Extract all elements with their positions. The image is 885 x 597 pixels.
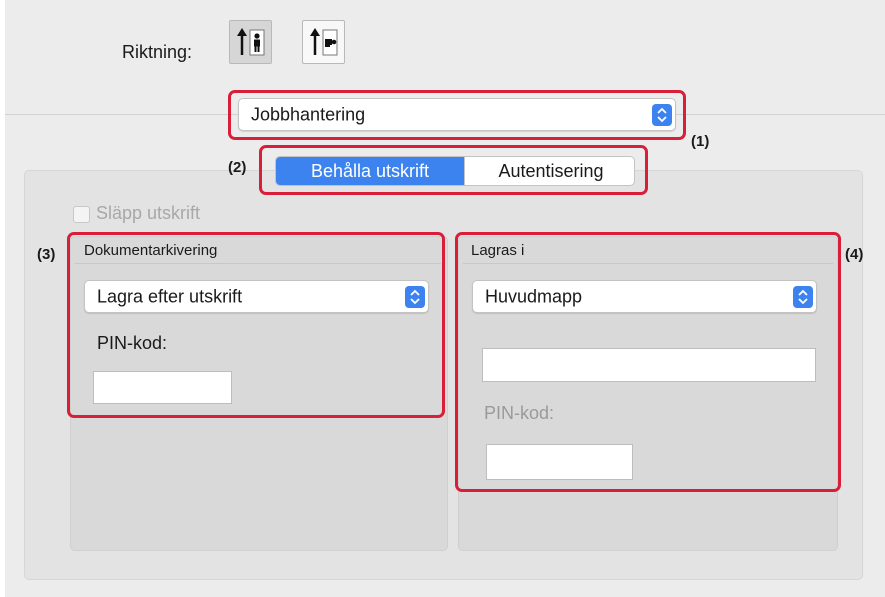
callout-box-2: [259, 145, 648, 195]
portrait-orientation-icon: [237, 28, 265, 56]
callout-number-2: (2): [228, 159, 247, 176]
orientation-label: Riktning:: [122, 42, 193, 62]
callout-box-4: [455, 232, 841, 492]
landscape-orientation-button[interactable]: [302, 20, 345, 64]
callout-box-3: [67, 232, 445, 418]
callout-number-4: (4): [845, 246, 864, 263]
landscape-orientation-icon: [310, 28, 338, 56]
callout-number-3: (3): [37, 246, 56, 263]
callout-number-1: (1): [691, 133, 710, 150]
release-print-checkbox[interactable]: [73, 206, 90, 223]
release-print-label: Släpp utskrift: [96, 203, 201, 223]
callout-box-1: [228, 90, 686, 140]
portrait-orientation-button[interactable]: [229, 20, 272, 64]
